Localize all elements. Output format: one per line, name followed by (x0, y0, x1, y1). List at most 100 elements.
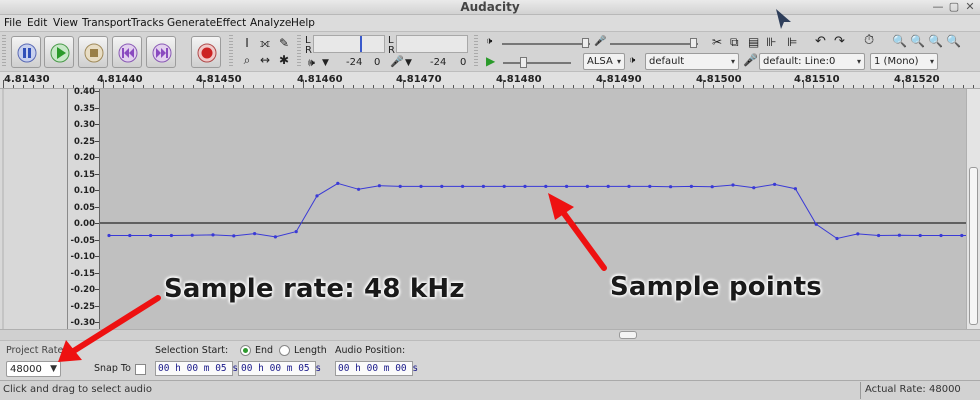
sample-point[interactable] (669, 185, 673, 189)
length-radio[interactable] (279, 345, 290, 356)
close-icon[interactable]: ✕ (963, 0, 977, 14)
sample-point[interactable] (523, 184, 527, 188)
sample-point[interactable] (502, 184, 506, 188)
sample-point[interactable] (294, 230, 298, 234)
playback-device-select[interactable]: default ▾ (645, 53, 739, 70)
toolbar-grip[interactable] (297, 35, 301, 68)
zoom-in-icon[interactable]: 🔍 (892, 35, 907, 47)
record-meter[interactable] (313, 35, 385, 53)
menu-help[interactable]: Help (291, 16, 315, 30)
sample-point[interactable] (461, 184, 465, 188)
menu-generate[interactable]: Generate (167, 16, 216, 30)
sample-point[interactable] (585, 184, 589, 188)
playback-meter[interactable] (396, 35, 468, 53)
sample-point[interactable] (481, 184, 485, 188)
output-volume-thumb[interactable] (582, 38, 589, 48)
menu-tracks[interactable]: Tracks (131, 16, 164, 30)
sample-point[interactable] (689, 184, 694, 188)
channels-select[interactable]: 1 (Mono) ▾ (870, 53, 938, 70)
play-button[interactable] (44, 36, 74, 68)
sample-point[interactable] (544, 184, 548, 188)
sample-point[interactable] (336, 181, 340, 185)
sample-point[interactable] (149, 233, 153, 238)
selection-start-time[interactable]: 00 h 00 m 05 s (155, 361, 238, 376)
project-rate-select[interactable]: 48000 ▼ (6, 361, 61, 377)
skip-to-start-button[interactable] (112, 36, 142, 68)
horizontal-scroll-thumb[interactable] (619, 331, 637, 339)
fit-project-icon[interactable]: 🔍 (946, 35, 961, 47)
paste-icon[interactable]: ▤ (748, 36, 759, 48)
undo-icon[interactable]: ↶ (815, 35, 826, 48)
trim-icon[interactable]: ⊪ (766, 36, 776, 48)
sample-point[interactable] (315, 194, 319, 198)
sample-point[interactable] (877, 233, 881, 238)
zoom-out-icon[interactable]: 🔍 (910, 35, 925, 47)
sample-point[interactable] (377, 184, 381, 188)
sample-point[interactable] (419, 184, 423, 188)
sample-point[interactable] (398, 184, 402, 188)
output-volume-slider[interactable] (502, 43, 590, 45)
silence-icon[interactable]: ⊫ (787, 36, 797, 48)
sample-point[interactable] (565, 184, 569, 188)
sample-point[interactable] (128, 233, 132, 238)
sample-point[interactable] (440, 184, 444, 188)
stop-button[interactable] (78, 36, 108, 68)
pause-button[interactable] (11, 36, 41, 68)
menu-transport[interactable]: Transport (82, 16, 131, 30)
sample-point[interactable] (960, 233, 964, 238)
vertical-scroll-thumb[interactable] (969, 167, 978, 325)
vertical-ruler[interactable]: 0.40 0.35 0.30 0.25 0.20 0.15 0.10 0.05 0.00 -0.0… (68, 87, 100, 329)
vertical-scrollbar[interactable] (966, 89, 980, 329)
sample-point[interactable] (752, 186, 756, 190)
snap-to-checkbox[interactable] (135, 364, 146, 375)
zoom-tool-icon[interactable]: ⌕ (238, 52, 256, 69)
sample-point[interactable] (627, 184, 631, 188)
maximize-icon[interactable]: ▢ (947, 0, 961, 14)
envelope-tool-icon[interactable]: ⟗ (256, 35, 274, 52)
sample-point[interactable] (814, 222, 818, 226)
sample-point[interactable] (731, 183, 735, 187)
sample-point[interactable] (107, 233, 111, 238)
sample-point[interactable] (918, 233, 922, 238)
sample-point[interactable] (773, 182, 777, 186)
toolbar-grip[interactable] (229, 35, 233, 68)
recording-device-select[interactable]: default: Line:0 ▾ (759, 53, 865, 70)
menu-analyze[interactable]: Analyze (250, 16, 291, 30)
sample-point[interactable] (211, 233, 215, 237)
fit-selection-icon[interactable]: 🔍 (928, 35, 943, 47)
sample-point[interactable] (897, 233, 902, 237)
redo-icon[interactable]: ↷ (834, 35, 845, 48)
multi-tool-icon[interactable]: ✱ (275, 52, 293, 69)
play-speed-thumb[interactable] (520, 57, 527, 68)
sample-point[interactable] (169, 233, 173, 238)
record-button[interactable] (191, 36, 221, 68)
selection-tool-icon[interactable]: I (238, 35, 256, 52)
sample-point[interactable] (835, 236, 839, 241)
draw-tool-icon[interactable]: ✎ (275, 35, 293, 52)
toolbar-grip[interactable] (2, 35, 6, 68)
sample-point[interactable] (856, 232, 860, 236)
play-at-speed-icon[interactable]: ▶ (486, 55, 495, 67)
menu-view[interactable]: View (53, 16, 78, 30)
rec-meter-dropdown-icon[interactable]: ▼ (322, 57, 329, 69)
minimize-icon[interactable]: — (931, 0, 945, 14)
sample-point[interactable] (710, 185, 714, 189)
play-meter-dropdown-icon[interactable]: ▼ (405, 57, 412, 69)
audio-host-select[interactable]: ALSA ▾ (583, 53, 625, 70)
input-volume-thumb[interactable] (690, 38, 697, 48)
audio-position-time[interactable]: 00 h 00 m 00 s (335, 361, 418, 376)
sample-point[interactable] (939, 233, 943, 238)
sample-point[interactable] (606, 184, 610, 188)
toolbar-grip[interactable] (474, 35, 478, 68)
selection-end-time[interactable]: 00 h 00 m 05 s (238, 361, 321, 376)
track-control-panel[interactable] (0, 89, 68, 329)
menu-file[interactable]: File (4, 16, 22, 30)
play-speed-slider[interactable] (503, 62, 571, 64)
sample-point[interactable] (273, 235, 277, 239)
timeline-ruler[interactable]: 4.81430 4.81440 4.81450 4.81460 4.81470 … (0, 72, 980, 89)
horizontal-scrollbar[interactable] (0, 329, 980, 340)
menu-effect[interactable]: Effect (216, 16, 246, 30)
sample-point[interactable] (648, 184, 652, 188)
cut-icon[interactable]: ✂ (712, 36, 722, 48)
sync-lock-icon[interactable]: ⏱ (864, 34, 874, 47)
